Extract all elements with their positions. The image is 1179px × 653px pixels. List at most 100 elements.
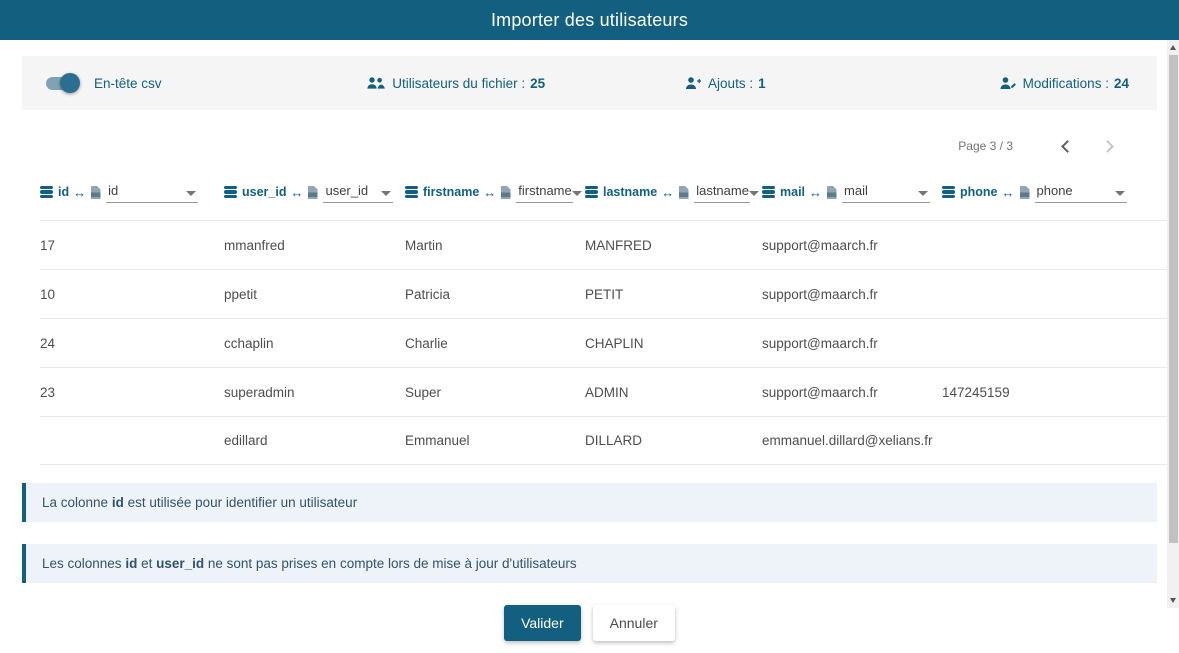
note-text: Les colonnes id et user_id ne sont pas p… xyxy=(42,556,1141,571)
database-icon xyxy=(224,185,237,198)
db-field-label: mail xyxy=(780,185,805,199)
cancel-button[interactable]: Annuler xyxy=(593,605,675,641)
csv-file-icon xyxy=(1019,186,1030,199)
table-body: 17mmanfredMartinMANFREDsupport@maarch.fr… xyxy=(40,220,1167,465)
csv-column-select[interactable]: user_id xyxy=(323,181,393,203)
csv-file-icon xyxy=(678,186,689,199)
table-row: 24cchaplinCharlieCHAPLINsupport@maarch.f… xyxy=(40,318,1167,367)
caret-down-icon xyxy=(749,191,759,196)
csv-column-select[interactable]: phone xyxy=(1035,181,1127,203)
database-icon xyxy=(585,185,598,198)
table-cell: ppetit xyxy=(224,287,405,302)
toggle-label: En-tête csv xyxy=(94,76,162,91)
database-icon xyxy=(762,185,775,198)
table-cell: superadmin xyxy=(224,385,405,400)
select-value: id xyxy=(108,183,118,198)
table-row: 23superadminSuperADMINsupport@maarch.fr1… xyxy=(40,367,1167,416)
table-row: 10ppetitPatriciaPETITsupport@maarch.fr xyxy=(40,269,1167,318)
csv-column-select[interactable]: mail xyxy=(842,181,930,203)
table-row: 17mmanfredMartinMANFREDsupport@maarch.fr xyxy=(40,220,1167,269)
table-cell: 23 xyxy=(40,385,224,400)
select-value: lastname xyxy=(696,183,749,198)
csv-file-icon xyxy=(826,186,837,199)
stat-additions: Ajouts : 1 xyxy=(591,76,860,91)
map-arrow-icon: ↔ xyxy=(809,185,822,200)
db-field-label: user_id xyxy=(242,185,286,199)
dialog-footer: Valider Annuler xyxy=(0,605,1179,641)
table-cell: ADMIN xyxy=(585,385,762,400)
select-value: mail xyxy=(844,183,868,198)
pagination: Page 3 / 3 xyxy=(0,132,1127,160)
csv-column-select[interactable]: id xyxy=(106,181,198,203)
chevron-right-icon xyxy=(1101,140,1114,153)
table-cell: CHAPLIN xyxy=(585,336,762,351)
validate-button[interactable]: Valider xyxy=(504,605,581,641)
db-field-label: firstname xyxy=(423,185,479,199)
db-field-label: lastname xyxy=(603,185,657,199)
notes: La colonne id est utilisée pour identifi… xyxy=(22,483,1157,583)
db-field-label: id xyxy=(58,185,69,199)
csv-column-select[interactable]: firstname xyxy=(516,181,573,203)
table-cell: support@maarch.fr xyxy=(762,385,942,400)
column-header: firstname ↔ firstname xyxy=(405,181,585,203)
table-cell: 147245159 xyxy=(942,385,1167,400)
caret-down-icon xyxy=(572,191,582,196)
map-arrow-icon: ↔ xyxy=(290,185,303,200)
table-cell: support@maarch.fr xyxy=(762,238,942,253)
stat-label: Modifications : xyxy=(1023,76,1109,91)
column-header: lastname ↔ lastname xyxy=(585,181,762,203)
page-indicator: Page 3 / 3 xyxy=(958,139,1013,153)
table-cell: MANFRED xyxy=(585,238,762,253)
next-page-button[interactable] xyxy=(1087,132,1127,160)
table-cell: 24 xyxy=(40,336,224,351)
table-cell: Emmanuel xyxy=(405,433,585,448)
table-cell: Patricia xyxy=(405,287,585,302)
table-header-row: id ↔ id user_id ↔ user_id firstname ↔ xyxy=(40,172,1167,212)
previous-page-button[interactable] xyxy=(1047,132,1087,160)
stat-modifications: Modifications : 24 xyxy=(860,76,1129,91)
scroll-down-icon[interactable] xyxy=(1170,598,1176,603)
toggle-knob[interactable] xyxy=(60,73,80,93)
scroll-up-icon[interactable] xyxy=(1170,45,1176,50)
map-arrow-icon: ↔ xyxy=(661,185,674,200)
table-cell: support@maarch.fr xyxy=(762,287,942,302)
table-cell: cchaplin xyxy=(224,336,405,351)
table-cell: emmanuel.dillard@xelians.fr xyxy=(762,433,942,448)
database-icon xyxy=(40,185,53,198)
info-note: La colonne id est utilisée pour identifi… xyxy=(22,483,1157,522)
csv-file-icon xyxy=(500,186,511,199)
csv-header-toggle[interactable] xyxy=(44,73,80,93)
stat-value: 1 xyxy=(758,76,766,91)
caret-down-icon xyxy=(1115,191,1125,196)
map-arrow-icon: ↔ xyxy=(1002,185,1015,200)
scrollbar-thumb[interactable] xyxy=(1169,55,1178,543)
vertical-scrollbar[interactable] xyxy=(1167,40,1179,608)
stat-users-in-file: Utilisateurs du fichier : 25 xyxy=(322,76,591,91)
table-cell: 17 xyxy=(40,238,224,253)
csv-file-icon xyxy=(307,186,318,199)
table-cell: Super xyxy=(405,385,585,400)
user-plus-icon xyxy=(685,76,701,90)
stat-value: 25 xyxy=(530,76,545,91)
table-cell: edillard xyxy=(224,433,405,448)
select-value: user_id xyxy=(325,183,368,198)
table-cell: PETIT xyxy=(585,287,762,302)
select-value: phone xyxy=(1037,183,1073,198)
stat-value: 24 xyxy=(1114,76,1129,91)
table-cell: Martin xyxy=(405,238,585,253)
summary-bar: En-tête csv Utilisateurs du fichier : 25… xyxy=(22,56,1157,110)
table-cell: 10 xyxy=(40,287,224,302)
table-cell: DILLARD xyxy=(585,433,762,448)
db-field-label: phone xyxy=(960,185,998,199)
import-users-dialog: Importer des utilisateurs En-tête csv Ut… xyxy=(0,0,1179,653)
stat-label: Utilisateurs du fichier : xyxy=(392,76,525,91)
chevron-left-icon xyxy=(1061,140,1074,153)
select-value: firstname xyxy=(518,183,571,198)
stat-label: Ajouts : xyxy=(708,76,753,91)
map-arrow-icon: ↔ xyxy=(483,185,496,200)
table-row: edillardEmmanuelDILLARDemmanuel.dillard@… xyxy=(40,416,1167,465)
user-edit-icon xyxy=(1000,76,1016,90)
caret-down-icon xyxy=(381,191,391,196)
csv-column-select[interactable]: lastname xyxy=(694,181,750,203)
column-header: id ↔ id xyxy=(40,181,224,203)
